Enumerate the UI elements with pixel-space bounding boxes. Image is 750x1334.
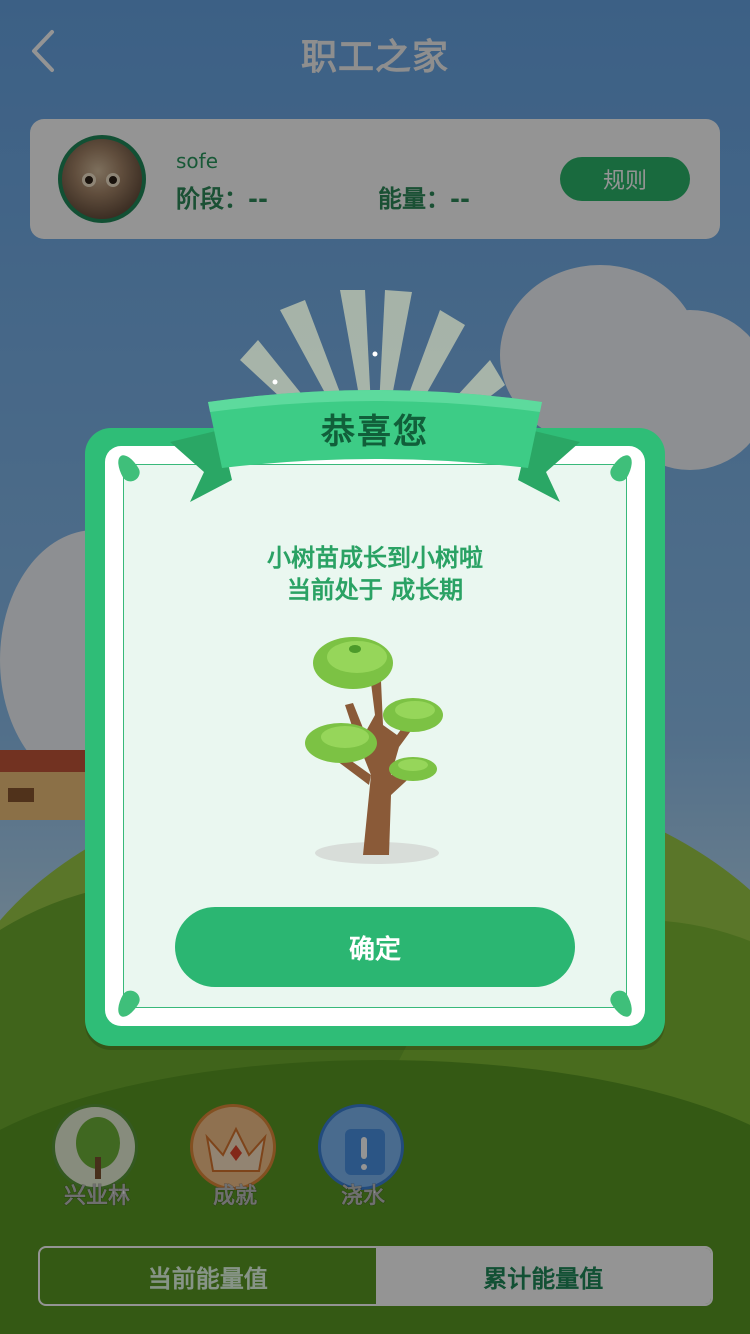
modal-title: 恭喜您 (321, 412, 429, 452)
modal-stage-message: 当前处于 成长期 (286, 576, 464, 604)
confirm-button[interactable]: 确定 (175, 907, 575, 987)
tree-illustration (305, 637, 443, 864)
modal-message: 小树苗成长到小树啦 (267, 544, 483, 572)
